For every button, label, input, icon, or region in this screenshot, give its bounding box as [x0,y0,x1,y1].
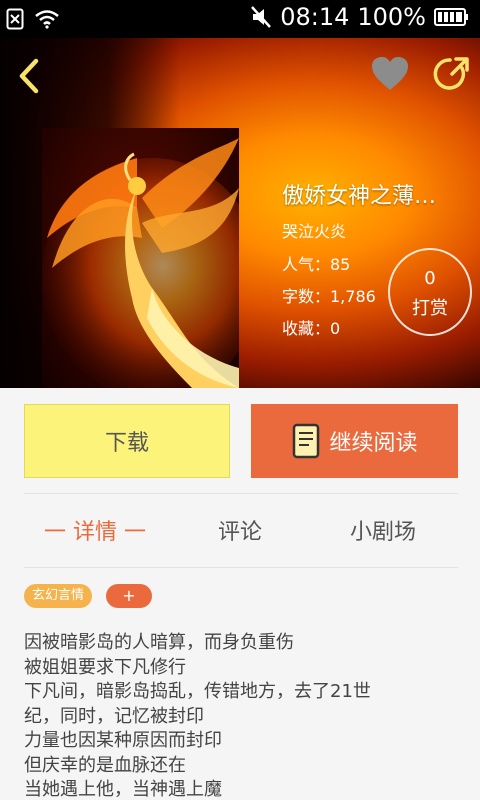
wifi-icon [35,10,59,29]
synopsis-line: 被姐姐要求下凡修行 [24,656,186,678]
synopsis-line: 下凡间，暗影岛捣乱，传错地方，去了21世 [24,681,371,702]
tab-details[interactable]: 一 详情 一 [44,514,146,546]
genre-tag[interactable]: 玄幻言情 [24,584,93,608]
synopsis-line: 当她遇上他，当神遇上魔 [24,779,222,800]
favorites-stat: 收藏：0 [282,319,341,338]
status-right: 08:14 100% [250,3,470,31]
divider [24,493,458,494]
heart-icon [372,57,408,90]
book-header: 傲娇女神之薄… 哭泣火炎 人气：85 字数：1,786 收藏：0 0 打赏 [0,38,480,388]
book-cover-image[interactable] [42,128,239,388]
mute-icon [251,6,272,28]
tab-comments[interactable]: 评论 [218,514,262,546]
back-arrow-icon [19,58,39,94]
download-label: 下载 [104,431,149,456]
synopsis-line: 因被暗影岛的人暗算，而身负重伤 [24,632,294,653]
book-title: 傲娇女神之薄… [282,184,437,209]
divider [24,567,458,568]
book-icon [293,423,320,459]
battery-icon [434,8,468,26]
tab-theater[interactable]: 小剧场 [350,514,416,546]
status-time: 08:14 [280,3,350,31]
popularity-stat: 人气：85 [282,255,351,274]
synopsis: 因被暗影岛的人暗算，而身负重伤 被姐姐要求下凡修行 下凡间，暗影岛捣乱，传错地方… [24,631,464,800]
word-count-stat: 字数：1,786 [282,287,376,306]
tip-count: 0 [424,268,436,289]
download-button[interactable]: 下载 [24,404,230,478]
continue-reading-button[interactable]: 继续阅读 [251,404,458,478]
back-button[interactable] [14,56,46,96]
tip-label: 打赏 [412,298,448,319]
share-icon [433,57,469,90]
continue-label: 继续阅读 [329,431,418,456]
battery-percent: 100% [357,3,426,31]
add-tag-button[interactable]: + [106,584,152,608]
synopsis-line: 力量也因某种原因而封印 [24,730,222,751]
status-left [6,8,60,30]
tip-button[interactable]: 0 打赏 [388,248,472,336]
synopsis-line: 纪，同时，记忆被封印 [24,705,204,727]
sim-none-icon [6,8,24,30]
share-button[interactable] [432,54,472,94]
book-author[interactable]: 哭泣火炎 [282,218,346,242]
phoenix-illustration [42,138,239,388]
synopsis-line: 但庆幸的是血脉还在 [24,754,186,776]
status-bar: 08:14 100% [0,0,480,38]
favorite-button[interactable] [370,56,410,92]
